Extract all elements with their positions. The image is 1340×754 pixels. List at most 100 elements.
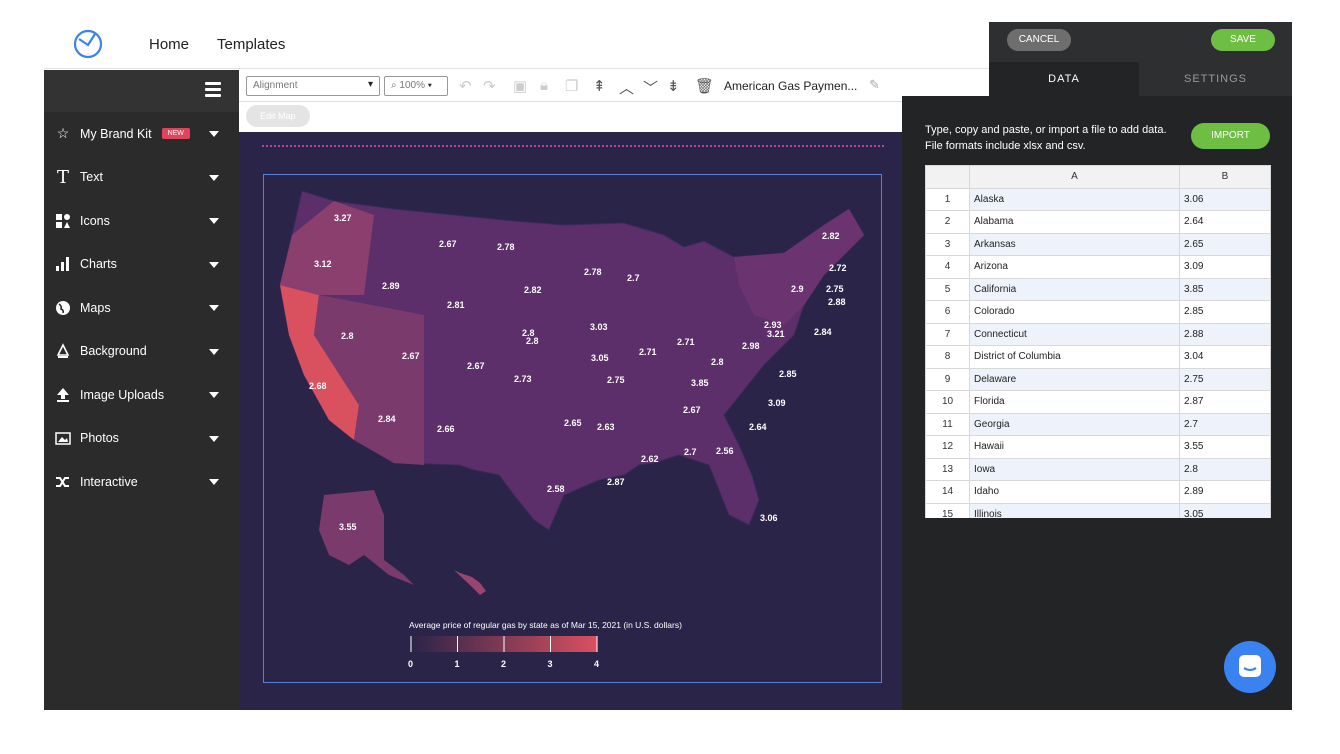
chevron-down-icon[interactable] [209,131,219,137]
chevron-down-icon[interactable] [209,305,219,311]
table-row[interactable]: 13 Iowa 2.8 [925,457,1271,481]
cell-state[interactable]: Iowa [969,457,1180,481]
cell-state[interactable]: Delaware [969,367,1180,391]
save-button[interactable]: SAVE [1211,29,1275,51]
cell-state[interactable]: Colorado [969,300,1180,324]
zoom-dropdown[interactable]: ⌕ 100% ▾ [384,76,448,96]
chevron-down-icon[interactable] [209,174,219,181]
chevron-down-icon[interactable] [209,348,219,355]
cell-state[interactable]: Connecticut [969,322,1180,346]
chevron-down-icon[interactable] [209,261,219,268]
cell-price[interactable]: 2.85 [1179,300,1271,324]
cell-price[interactable]: 2.64 [1179,210,1271,234]
group-icon[interactable]: ▣ [513,77,527,95]
chevron-down-icon[interactable] [209,479,219,485]
bring-to-front-icon[interactable]: ⇞ [593,77,606,95]
paint-bucket-icon [54,342,72,360]
sidebar-item-photos[interactable]: Photos [44,417,239,461]
cell-price[interactable]: 2.89 [1179,480,1271,504]
table-row[interactable]: 14 Idaho 2.89 [925,480,1271,504]
cell-price[interactable]: 2.87 [1179,390,1271,414]
sidebar-item-maps[interactable]: Maps [44,286,239,330]
cell-state[interactable]: Idaho [969,480,1180,504]
sidebar: ☆ My Brand Kit NEW T Text Icons Charts M… [44,70,239,710]
logo-icon[interactable] [72,28,104,60]
cell-state[interactable]: Illinois [969,502,1180,518]
sidebar-item-charts[interactable]: Charts [44,243,239,287]
cell-price[interactable]: 2.7 [1179,412,1271,436]
zoom-icon: ⌕ [391,80,397,91]
cell-price[interactable]: 3.85 [1179,277,1271,301]
undo-icon[interactable]: ↶ [459,77,472,95]
cancel-button[interactable]: CANCEL [1007,29,1071,51]
cell-price[interactable]: 3.05 [1179,502,1271,518]
table-row[interactable]: 7 Connecticut 2.88 [925,322,1271,346]
cell-price[interactable]: 3.06 [1179,187,1271,211]
document-title[interactable]: American Gas Paymen... [724,79,857,93]
import-button[interactable]: IMPORT [1191,123,1270,149]
table-row[interactable]: 1 Alaska 3.06 [925,187,1271,211]
redo-icon[interactable]: ↷ [483,77,496,95]
chevron-down-icon[interactable] [209,218,219,224]
sidebar-item-icons[interactable]: Icons [44,199,239,243]
cell-price[interactable]: 3.04 [1179,345,1271,369]
table-row[interactable]: 10 Florida 2.87 [925,390,1271,414]
chevron-down-icon[interactable] [209,435,219,442]
table-row[interactable]: 6 Colorado 2.85 [925,300,1271,324]
us-map[interactable]: 3.273.122.67 2.782.782.72.822.722.9 2.752.… [264,175,883,684]
column-header-a[interactable]: A [969,165,1180,189]
cell-state[interactable]: California [969,277,1180,301]
hamburger-menu-icon[interactable] [205,82,221,97]
table-row[interactable]: 8 District of Columbia 3.04 [925,345,1271,369]
table-row[interactable]: 4 Arizona 3.09 [925,255,1271,279]
table-row[interactable]: 15 Illinois 3.05 [925,502,1271,518]
trash-icon[interactable]: 🗑︎ [695,77,714,95]
cell-state[interactable]: Arizona [969,255,1180,279]
table-row[interactable]: 3 Arkansas 2.65 [925,232,1271,256]
alaska-shape[interactable] [319,490,414,585]
cell-price[interactable]: 2.88 [1179,322,1271,346]
sidebar-item-interactive[interactable]: Interactive [44,460,239,504]
row-number: 15 [925,502,970,518]
nav-home-link[interactable]: Home [149,36,189,53]
cell-state[interactable]: Alaska [969,187,1180,211]
edit-map-button[interactable]: Edit Map [246,105,310,127]
edit-title-icon[interactable]: ✎ [869,77,880,93]
send-backward-icon[interactable]: ﹀ [643,77,658,98]
column-header-b[interactable]: B [1179,165,1271,189]
cell-state[interactable]: Alabama [969,210,1180,234]
chevron-down-icon[interactable] [209,392,219,398]
cell-state[interactable]: District of Columbia [969,345,1180,369]
duplicate-icon[interactable]: ❐ [565,77,578,95]
chat-button[interactable] [1224,641,1276,693]
cell-price[interactable]: 2.8 [1179,457,1271,481]
cell-state[interactable]: Florida [969,390,1180,414]
cell-price[interactable]: 3.09 [1179,255,1271,279]
table-row[interactable]: 2 Alabama 2.64 [925,210,1271,234]
sidebar-item-image-uploads[interactable]: Image Uploads [44,373,239,417]
sidebar-item-text[interactable]: T Text [44,156,239,200]
cell-state[interactable]: Georgia [969,412,1180,436]
bring-forward-icon[interactable]: ︿ [619,77,634,98]
cell-state[interactable]: Hawaii [969,435,1180,459]
tab-data[interactable]: DATA [989,62,1139,96]
table-row[interactable]: 12 Hawaii 3.55 [925,435,1271,459]
data-grid[interactable]: A B 1 Alaska 3.06 2 Alabama 2.64 3 Arkansas 2.65… [925,165,1271,518]
lock-icon[interactable]: 🔒︎ [540,77,548,94]
table-row[interactable]: 11 Georgia 2.7 [925,412,1271,436]
cell-price[interactable]: 3.55 [1179,435,1271,459]
cell-price[interactable]: 2.65 [1179,232,1271,256]
hawaii-shape[interactable] [454,570,486,595]
map-frame[interactable]: 3.27 3.12 2.67 2.78 2.78 2.7 2.82 2.72 2.9 2.75 2.… [263,174,882,683]
west-states-shape[interactable] [280,201,374,295]
nav-templates-link[interactable]: Templates [217,36,285,53]
table-row[interactable]: 9 Delaware 2.75 [925,367,1271,391]
cell-state[interactable]: Arkansas [969,232,1180,256]
tab-settings[interactable]: SETTINGS [1139,62,1292,96]
send-to-back-icon[interactable]: ⇟ [667,77,680,95]
cell-price[interactable]: 2.75 [1179,367,1271,391]
sidebar-item-background[interactable]: Background [44,330,239,374]
sidebar-item-brand-kit[interactable]: ☆ My Brand Kit NEW [44,112,239,156]
alignment-dropdown[interactable]: Alignment ▾ [246,76,380,96]
table-row[interactable]: 5 California 3.85 [925,277,1271,301]
